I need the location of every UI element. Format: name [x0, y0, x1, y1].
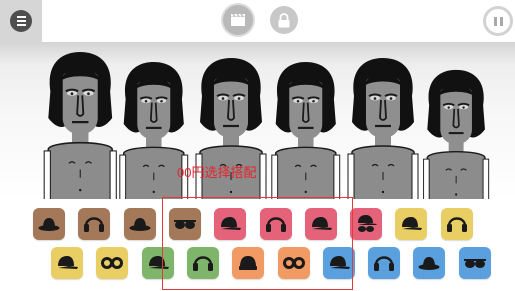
palette-slot-row2-10[interactable] — [459, 247, 491, 279]
fedora-hat-icon — [38, 216, 60, 232]
menu-icon — [10, 10, 32, 32]
palette-slot-row2-2[interactable] — [96, 247, 128, 279]
headphones-icon — [446, 214, 468, 234]
palette-slot-row2-8[interactable] — [368, 247, 400, 279]
fedora-hat-icon — [129, 216, 151, 232]
character-6[interactable] — [418, 68, 494, 199]
character-5[interactable] — [342, 56, 424, 199]
glasses-cap-icon — [354, 214, 378, 234]
palette-slot-row2-9[interactable] — [413, 247, 445, 279]
character-4[interactable] — [266, 60, 346, 199]
sunglasses-icon — [463, 256, 487, 270]
palette-slot-row2-1[interactable] — [51, 247, 83, 279]
goggles-icon — [100, 255, 124, 271]
selection-box — [162, 197, 353, 290]
pause-button[interactable] — [483, 6, 513, 36]
palette-slot-row1-1[interactable] — [33, 208, 65, 240]
palette-slot-row1-3[interactable] — [124, 208, 156, 240]
record-button[interactable] — [223, 5, 253, 35]
selection-label: 00円选择搭配 — [177, 165, 257, 180]
headphones-icon — [373, 253, 395, 273]
cap-icon — [55, 255, 79, 271]
top-bar — [0, 0, 515, 42]
palette-slot-row1-9[interactable] — [395, 208, 427, 240]
cap-icon — [399, 216, 423, 232]
fedora-hat-icon — [418, 255, 440, 271]
lock-icon — [278, 12, 290, 27]
palette-slot-row1-2[interactable] — [78, 208, 110, 240]
character-1[interactable] — [38, 50, 122, 199]
headphones-icon — [83, 214, 105, 234]
palette-slot-row1-8[interactable] — [350, 208, 382, 240]
stage — [0, 42, 515, 199]
lock-button[interactable] — [270, 6, 298, 34]
pause-icon — [486, 9, 510, 33]
menu-button[interactable] — [0, 0, 42, 42]
palette-slot-row1-10[interactable] — [441, 208, 473, 240]
clapperboard-icon — [231, 13, 245, 26]
